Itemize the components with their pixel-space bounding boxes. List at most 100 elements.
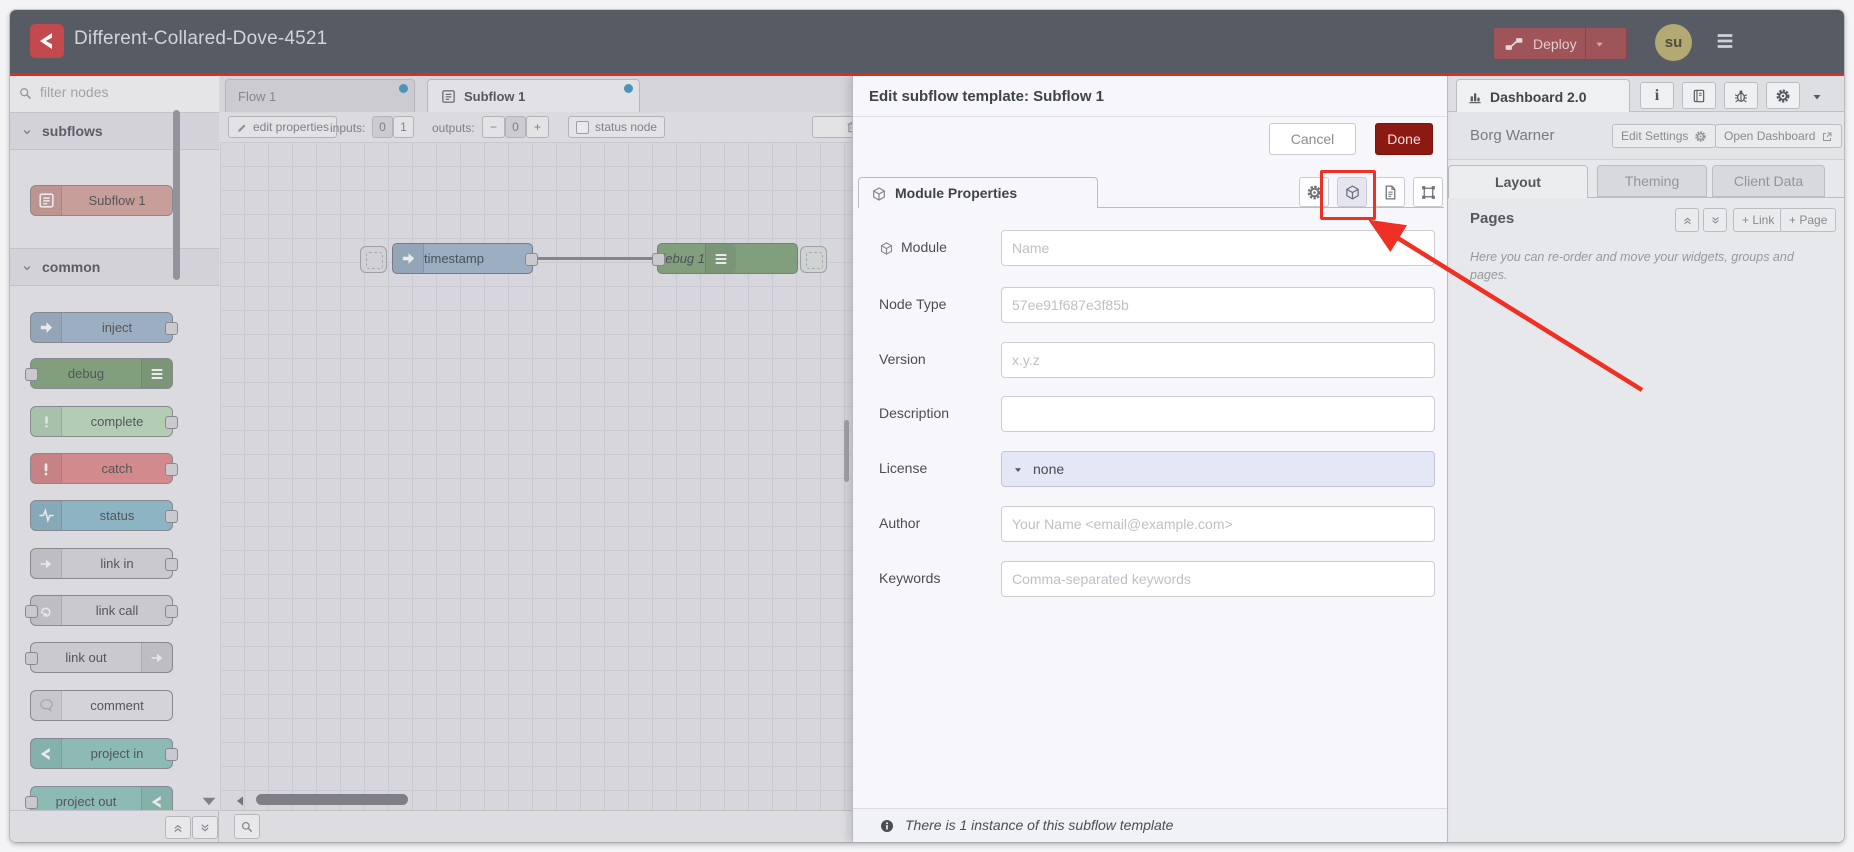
tab-dashboard-2-0[interactable]: Dashboard 2.0 (1456, 79, 1630, 113)
chart-bars-icon (1467, 88, 1483, 105)
author-input[interactable] (1001, 506, 1435, 542)
comment-icon (31, 691, 62, 720)
collapse-all-button[interactable] (165, 816, 191, 839)
main-menu-button[interactable] (1712, 30, 1738, 52)
tab-layout[interactable]: Layout (1448, 165, 1588, 198)
tab-subflow-1[interactable]: Subflow 1 (427, 79, 640, 113)
caret-down-icon (1012, 461, 1024, 477)
inputs-1-button[interactable]: 1 (393, 116, 414, 138)
version-input[interactable] (1001, 342, 1435, 378)
inject-icon (393, 244, 424, 273)
deploy-separator (1584, 28, 1586, 59)
deploy-caret-icon[interactable] (1593, 36, 1606, 52)
right-sidebar: Dashboard 2.0 i Borg Warner Edit Setting… (1448, 76, 1844, 842)
subflow-output-stub[interactable] (800, 246, 827, 273)
info-icon (879, 816, 895, 833)
palette-node-debug[interactable]: debug (25, 358, 173, 389)
cancel-button[interactable]: Cancel (1269, 123, 1356, 155)
debug-tab-button[interactable] (1724, 82, 1758, 109)
palette-section-common[interactable]: common (10, 248, 219, 286)
deploy-button[interactable]: Deploy (1493, 27, 1627, 60)
node-port (165, 605, 178, 618)
subflow-input-stub[interactable] (360, 246, 387, 273)
info-tab-button[interactable]: i (1640, 82, 1674, 109)
outputs-plus-button[interactable]: + (526, 116, 549, 138)
license-value: none (1033, 461, 1065, 477)
add-link-button[interactable]: + Link (1733, 208, 1784, 232)
palette-node-complete[interactable]: complete (30, 406, 178, 437)
output-port[interactable] (525, 253, 538, 266)
annotation-highlight-box (1320, 170, 1376, 220)
palette-node-link-in[interactable]: link in (30, 548, 178, 579)
flow-canvas[interactable]: timestamp debug 1 (220, 142, 852, 810)
inputs-label: inputs: (330, 121, 366, 135)
node-type-input[interactable] (1001, 287, 1435, 323)
palette-node-catch[interactable]: catch (30, 453, 178, 484)
tab-flow-1[interactable]: Flow 1 (225, 79, 415, 112)
license-select[interactable]: none (1001, 451, 1435, 487)
input-port[interactable] (652, 253, 665, 266)
link-out-icon (141, 643, 172, 672)
description-tab-button[interactable] (1375, 177, 1405, 207)
move-up-button[interactable] (1675, 208, 1699, 232)
edit-settings-button[interactable]: Edit Settings (1612, 124, 1717, 148)
status-node-toggle[interactable]: status node (568, 116, 666, 138)
screenshot-stage: Different-Collared-Dove-4521 Deploy su s… (0, 0, 1854, 852)
palette-node-inject[interactable]: inject (30, 312, 178, 343)
dialog-title: Edit subflow template: Subflow 1 (869, 88, 1105, 105)
tab-theming[interactable]: Theming (1597, 165, 1707, 197)
palette-node-project-in[interactable]: project in (30, 738, 178, 769)
palette-scroll-down-icon[interactable] (198, 790, 220, 812)
field-label: Node Type (879, 296, 947, 312)
edit-properties-button[interactable]: edit properties (228, 116, 338, 138)
palette-node-subflow-1[interactable]: Subflow 1 (30, 185, 173, 216)
expand-all-button[interactable] (192, 816, 218, 839)
page-title: Different-Collared-Dove-4521 (74, 28, 328, 49)
palette-node-status[interactable]: status (30, 500, 178, 531)
palette-section-subflows[interactable]: subflows (10, 112, 219, 150)
cube-icon (871, 184, 887, 201)
tab-client-data[interactable]: Client Data (1712, 165, 1825, 197)
tab-module-properties[interactable]: Module Properties (858, 177, 1098, 208)
canvas-search-button[interactable] (234, 814, 260, 839)
node-port (165, 463, 178, 476)
filter-nodes-input[interactable] (38, 83, 202, 101)
field-label: Author (879, 515, 921, 531)
user-avatar[interactable]: su (1655, 24, 1692, 61)
pages-help-text: Here you can re-order and move your widg… (1470, 250, 1794, 283)
unsaved-changes-dot (624, 84, 633, 93)
help-tab-button[interactable] (1682, 82, 1716, 109)
node-port (25, 368, 38, 381)
caret-down-icon[interactable] (1810, 88, 1824, 106)
subflow-toolbar: edit properties inputs: 0 1 outputs: − 0… (220, 112, 892, 143)
header-bar: Different-Collared-Dove-4521 Deploy su (10, 10, 1844, 73)
move-down-button[interactable] (1703, 208, 1727, 232)
horizontal-scrollbar[interactable] (256, 794, 408, 805)
scroll-left-icon[interactable] (233, 792, 249, 810)
canvas-node-timestamp[interactable]: timestamp (392, 243, 538, 274)
chevron-down-icon (20, 259, 34, 275)
palette-node-comment[interactable]: comment (30, 690, 173, 721)
appearance-tab-button[interactable] (1413, 177, 1443, 207)
description-input[interactable] (1001, 396, 1435, 432)
outputs-value: 0 (505, 116, 526, 138)
chevron-down-icon (20, 123, 34, 139)
done-button[interactable]: Done (1375, 123, 1433, 155)
outputs-minus-button[interactable]: − (482, 116, 505, 138)
module-input[interactable] (1001, 230, 1435, 266)
vertical-scrollbar[interactable] (844, 420, 849, 482)
dialog-header: Edit subflow template: Subflow 1 (853, 76, 1447, 117)
wire[interactable] (538, 257, 652, 260)
config-tab-button[interactable] (1766, 82, 1800, 109)
add-page-button[interactable]: + Page (1780, 208, 1837, 232)
field-label: Version (879, 351, 926, 367)
open-dashboard-button[interactable]: Open Dashboard (1715, 124, 1843, 148)
palette-scrollbar[interactable] (173, 110, 180, 280)
keywords-input[interactable] (1001, 561, 1435, 597)
canvas-node-debug-1[interactable]: debug 1 (652, 243, 798, 274)
pencil-icon (236, 120, 248, 134)
palette-node-link-call[interactable]: link call (25, 595, 178, 626)
inputs-0-button[interactable]: 0 (372, 116, 393, 138)
subflow-icon (440, 88, 457, 105)
palette-node-link-out[interactable]: link out (25, 642, 173, 673)
